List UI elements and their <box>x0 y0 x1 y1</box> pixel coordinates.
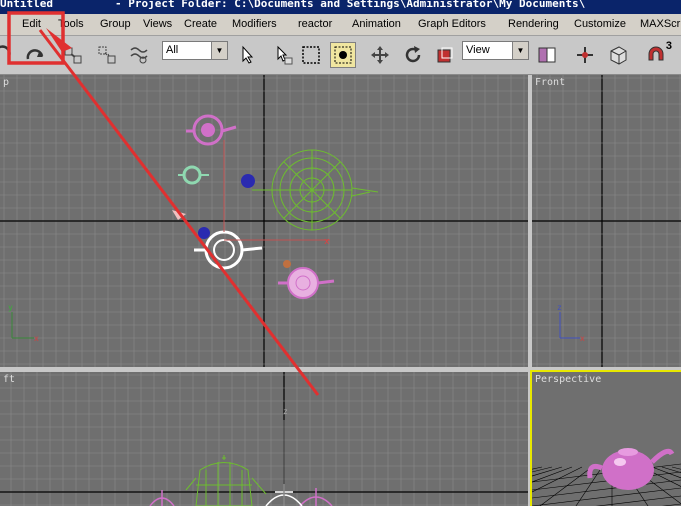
reference-coordinate-dropdown[interactable]: View ▼ <box>462 41 529 60</box>
viewport-perspective-label[interactable]: Perspective <box>535 374 601 385</box>
redo-button[interactable] <box>22 42 48 68</box>
rotate-icon <box>405 46 421 63</box>
selection-filter-dropdown[interactable]: All ▼ <box>162 41 228 60</box>
select-and-move-button[interactable] <box>367 42 393 68</box>
menu-edit[interactable]: Edit <box>22 18 41 30</box>
reference-coordinate-value: View <box>466 44 490 56</box>
menu-tools[interactable]: Tools <box>58 18 84 30</box>
chevron-down-icon: ▼ <box>211 42 227 59</box>
magnet-icon <box>648 46 664 61</box>
select-object-button[interactable] <box>234 42 260 68</box>
pivot-icon <box>538 47 556 63</box>
snap-dimension-label: 3 <box>665 40 672 52</box>
select-and-link-button[interactable] <box>60 42 86 68</box>
title-bar: Untitled - Project Folder: C:\Documents … <box>0 0 681 14</box>
viewport-perspective-grid <box>532 463 681 506</box>
menu-maxscript[interactable]: MAXScri <box>640 18 681 30</box>
viewport-left-label[interactable]: ft <box>3 374 15 385</box>
bind-to-space-warp-button[interactable] <box>126 42 152 68</box>
keyboard-shortcut-override-button[interactable] <box>605 42 631 68</box>
select-by-name-icon <box>277 45 293 65</box>
menu-rendering[interactable]: Rendering <box>508 18 559 30</box>
space-warp-icon <box>130 47 148 64</box>
undo-button[interactable] <box>0 42 16 68</box>
menu-graph-editors[interactable]: Graph Editors <box>418 18 486 30</box>
arrow-cursor-icon <box>242 45 254 64</box>
viewport-top[interactable]: p <box>0 75 528 367</box>
window-crossing-icon <box>334 46 352 64</box>
menu-bar: l Edit Tools Group Views Create Modifier… <box>0 14 681 36</box>
viewport-front-label[interactable]: Front <box>535 77 565 88</box>
select-and-scale-button[interactable] <box>432 42 458 68</box>
select-and-manipulate-button[interactable] <box>572 42 598 68</box>
unlink-selection-button[interactable] <box>94 42 120 68</box>
undo-icon <box>0 45 11 57</box>
main-toolbar: All ▼ View ▼ 3 <box>0 36 681 75</box>
move-icon <box>371 46 389 64</box>
project-folder-path: - Project Folder: C:\Documents and Setti… <box>115 0 586 10</box>
window-title: Untitled <box>0 0 53 10</box>
viewport-top-grid <box>0 75 528 367</box>
redo-icon <box>26 49 44 60</box>
select-and-rotate-button[interactable] <box>400 42 426 68</box>
manipulate-icon <box>577 47 593 63</box>
menu-create[interactable]: Create <box>184 18 217 30</box>
pivot-point-center-button[interactable] <box>534 42 560 68</box>
window-crossing-button[interactable] <box>330 42 356 68</box>
menu-views[interactable]: Views <box>143 18 172 30</box>
viewport-top-label[interactable]: p <box>3 77 9 88</box>
viewport-left[interactable]: ft <box>0 372 528 506</box>
menu-customize[interactable]: Customize <box>574 18 626 30</box>
snaps-toggle-button[interactable]: 3 <box>640 40 672 68</box>
chevron-down-icon: ▼ <box>512 42 528 59</box>
select-by-name-button[interactable] <box>270 42 296 68</box>
rectangle-selection-icon <box>302 46 320 64</box>
menu-modifiers[interactable]: Modifiers <box>232 18 277 30</box>
viewport-left-grid <box>0 372 528 506</box>
viewport-front[interactable]: Front <box>532 75 681 367</box>
rectangular-selection-button[interactable] <box>298 42 324 68</box>
link-icon <box>64 47 82 64</box>
menu-group[interactable]: Group <box>100 18 131 30</box>
viewport-front-grid <box>532 75 681 367</box>
menu-reactor[interactable]: reactor <box>298 18 332 30</box>
viewport-perspective[interactable]: Perspective <box>532 372 681 506</box>
selection-filter-value: All <box>166 44 179 56</box>
unlink-icon <box>98 46 116 64</box>
menu-animation[interactable]: Animation <box>352 18 401 30</box>
scale-icon <box>437 47 453 63</box>
box-icon <box>610 46 627 65</box>
